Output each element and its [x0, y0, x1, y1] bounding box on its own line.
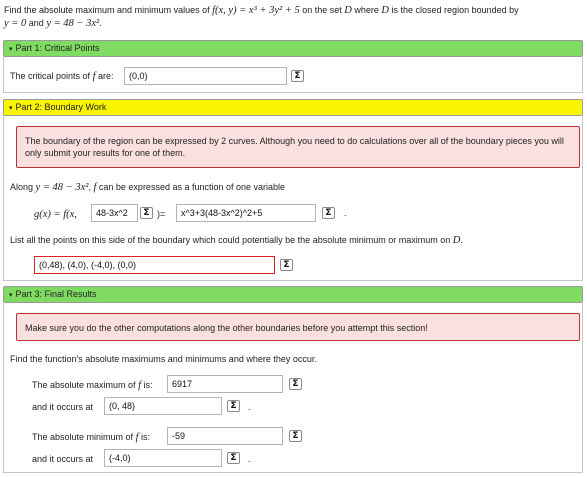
part3-body: Make sure you do the other computations …: [3, 303, 583, 473]
boundary-alert: The boundary of the region can be expres…: [16, 126, 580, 168]
min-location-label: and it occurs at: [32, 454, 94, 464]
sigma-icon[interactable]: Σ: [227, 452, 240, 464]
part1-body: The critical points of f are: (0,0) Σ: [3, 57, 583, 93]
collapse-triangle-icon: ▾: [9, 292, 13, 299]
max-location-label: and it occurs at: [32, 402, 94, 412]
abs-max-label: The absolute maximum of f is:: [32, 380, 153, 391]
max-location-input[interactable]: (0, 48): [104, 397, 222, 415]
function-definition: f(x, y) = x³ + 3y² + 5: [212, 5, 300, 16]
critical-points-input[interactable]: (0,0): [124, 67, 287, 85]
sigma-icon[interactable]: Σ: [289, 430, 302, 442]
sigma-icon[interactable]: Σ: [289, 378, 302, 390]
sigma-icon[interactable]: Σ: [227, 400, 240, 412]
part2-header[interactable]: ▾ Part 2: Boundary Work: [3, 99, 583, 116]
boundary-points-label: List all the points on this side of the …: [10, 235, 463, 246]
g-expression-input[interactable]: x^3+3(48-3x^2)^2+5: [176, 204, 316, 222]
collapse-triangle-icon: ▾: [9, 46, 13, 53]
abs-min-input[interactable]: -59: [167, 427, 283, 445]
g-definition-label: g(x) = f(x,: [34, 209, 77, 220]
find-prompt: Find the function's absolute maximums an…: [10, 354, 317, 364]
abs-min-label: The absolute minimum of f is:: [32, 432, 150, 443]
critical-points-label: The critical points of f are:: [10, 71, 114, 82]
sigma-icon[interactable]: Σ: [322, 207, 335, 219]
g-substitution-input[interactable]: 48-3x^2: [91, 204, 138, 222]
boundary-points-input[interactable]: (0,48), (4,0), (-4,0), (0,0): [34, 256, 275, 274]
collapse-triangle-icon: ▾: [9, 105, 13, 112]
problem-statement: Find the absolute maximum and minimum va…: [4, 5, 519, 29]
sigma-icon[interactable]: Σ: [280, 259, 293, 271]
part1-header[interactable]: ▾ Part 1: Critical Points: [3, 40, 583, 57]
final-alert: Make sure you do the other computations …: [16, 313, 580, 341]
g-equals-label: )=: [157, 209, 166, 219]
part3-header[interactable]: ▾ Part 3: Final Results: [3, 286, 583, 303]
sigma-icon[interactable]: Σ: [291, 70, 304, 82]
sigma-icon[interactable]: Σ: [140, 207, 153, 219]
along-curve-label: Along y = 48 − 3x², f can be expressed a…: [10, 182, 286, 193]
abs-max-input[interactable]: 6917: [167, 375, 283, 393]
min-location-input[interactable]: (-4,0): [104, 449, 222, 467]
part2-body: The boundary of the region can be expres…: [3, 116, 583, 281]
